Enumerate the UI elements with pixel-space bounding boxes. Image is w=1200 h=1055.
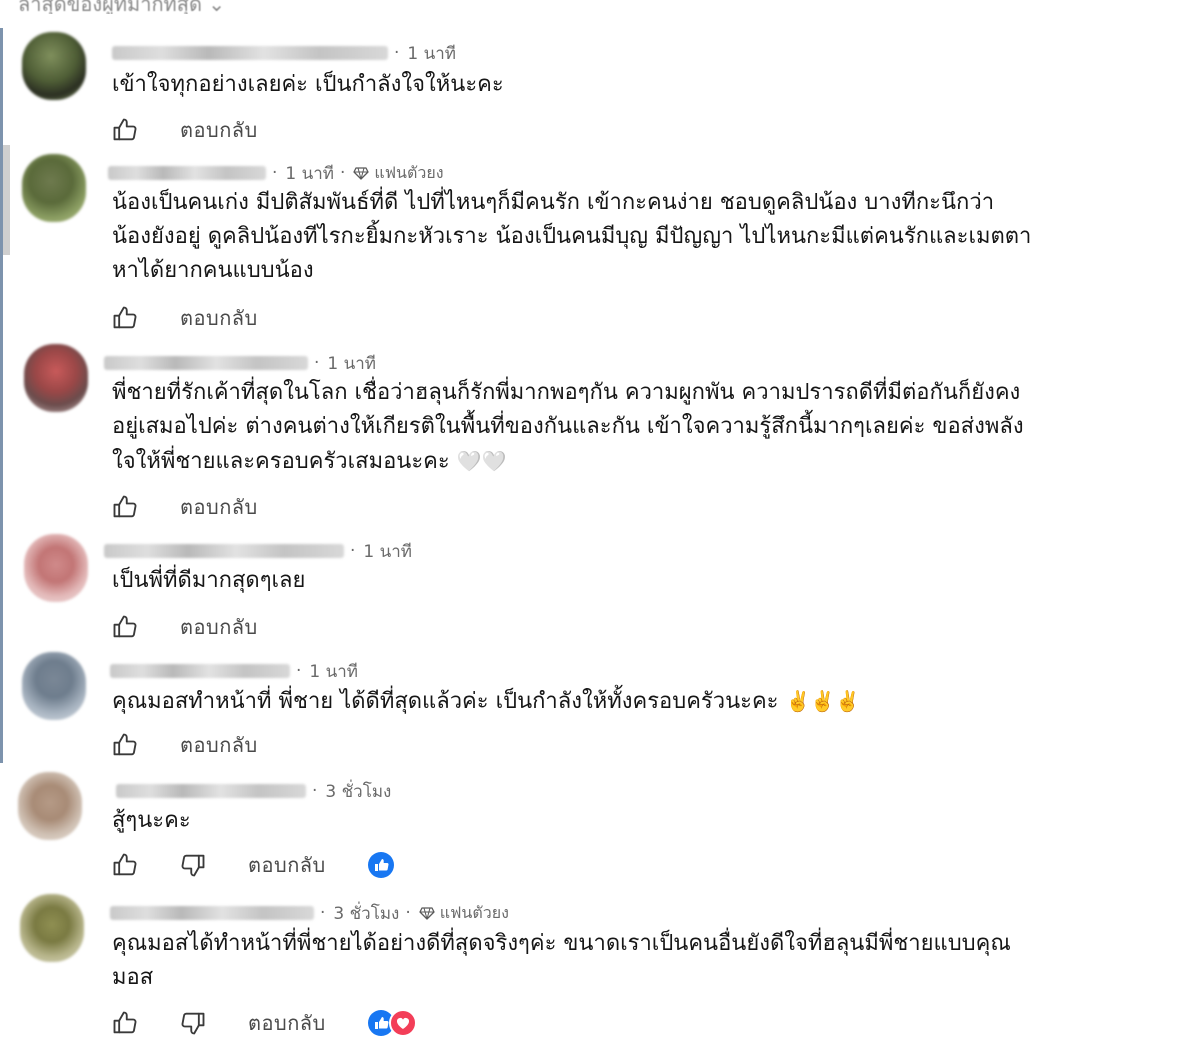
timestamp[interactable]: 1 นาที	[407, 40, 456, 67]
comment-meta: · 1 นาที	[112, 42, 456, 64]
author-name[interactable]	[110, 906, 314, 920]
like-icon[interactable]	[110, 492, 140, 522]
sort-header[interactable]: ล่าสุดของผู้ที่มากที่สุด ⌄	[0, 0, 1200, 14]
timestamp[interactable]: 1 นาที	[285, 160, 334, 187]
sort-label: ล่าสุดของผู้ที่มากที่สุด ⌄	[18, 0, 226, 14]
comment-text: คุณมอสทำหน้าที่ พี่ชาย ได้ดีที่สุดแล้วค่…	[112, 689, 861, 714]
reply-button[interactable]: ตอบกลับ	[248, 1007, 326, 1039]
like-icon[interactable]	[110, 850, 140, 880]
reply-button[interactable]: ตอบกลับ	[180, 114, 258, 146]
comment-actions: ตอบกลับ	[110, 1008, 418, 1038]
comment-meta: · 1 นาที	[104, 352, 376, 374]
timestamp[interactable]: 1 นาที	[327, 350, 376, 377]
comment-actions: ตอบกลับ	[110, 115, 258, 145]
comment-meta: · 3 ชั่วโมง	[116, 780, 391, 802]
like-reaction-icon	[367, 852, 394, 878]
comment-actions: ตอบกลับ	[110, 730, 258, 760]
avatar[interactable]	[22, 32, 86, 100]
author-name[interactable]	[112, 46, 388, 60]
author-name[interactable]	[104, 544, 344, 558]
comment-actions: ตอบกลับ	[110, 303, 258, 333]
top-fan-badge: แฟนตัวยง	[374, 162, 444, 182]
comment-text: คุณมอสได้ทำหน้าที่พี่ชายได้อย่างดีที่สุด…	[112, 931, 1011, 990]
victory-hand-emoji: ✌️✌️✌️	[785, 689, 861, 713]
love-reaction-icon	[388, 1009, 417, 1037]
reactions[interactable]	[366, 850, 396, 880]
timestamp[interactable]: 1 นาที	[309, 658, 358, 685]
avatar[interactable]	[20, 894, 84, 962]
reactions[interactable]	[366, 1008, 418, 1038]
reply-button[interactable]: ตอบกลับ	[180, 611, 258, 643]
like-icon[interactable]	[110, 1008, 140, 1038]
comment-actions: ตอบกลับ	[110, 612, 258, 642]
avatar[interactable]	[22, 652, 86, 720]
reply-button[interactable]: ตอบกลับ	[180, 302, 258, 334]
top-fan-badge: แฟนตัวยง	[439, 902, 509, 922]
comment-actions: ตอบกลับ	[110, 850, 396, 880]
author-name[interactable]	[116, 784, 306, 798]
author-name[interactable]	[108, 166, 266, 180]
comment-text: น้องเป็นคนเก่ง มีปติสัมพันธ์ที่ดี ไปที่ไ…	[112, 190, 1032, 283]
comment-actions: ตอบกลับ	[110, 492, 258, 522]
like-icon[interactable]	[110, 730, 140, 760]
comment-meta: · 1 นาที	[104, 540, 412, 562]
author-name[interactable]	[104, 356, 308, 370]
comment-text: สู้ๆนะคะ	[112, 808, 191, 833]
comment-text: พี่ชายที่รักเค้าที่สุดในโลก เชื่อว่าฮลุน…	[112, 380, 1024, 474]
timestamp[interactable]: 1 นาที	[363, 538, 412, 565]
like-icon[interactable]	[110, 612, 140, 642]
dislike-icon[interactable]	[178, 1008, 208, 1038]
timestamp[interactable]: 3 ชั่วโมง	[333, 900, 399, 927]
comment-meta: · 1 นาที	[110, 660, 358, 682]
comment-meta: · 1 นาที · แฟนตัวยง	[108, 162, 444, 184]
dislike-icon[interactable]	[178, 850, 208, 880]
avatar[interactable]	[18, 772, 82, 840]
reply-button[interactable]: ตอบกลับ	[248, 849, 326, 881]
thread-rule	[0, 28, 3, 763]
diamond-icon	[419, 907, 435, 920]
reply-button[interactable]: ตอบกลับ	[180, 729, 258, 761]
white-heart-emoji: 🤍🤍	[456, 449, 507, 473]
avatar[interactable]	[22, 154, 86, 222]
like-icon[interactable]	[110, 115, 140, 145]
diamond-icon	[353, 167, 370, 180]
timestamp[interactable]: 3 ชั่วโมง	[325, 778, 391, 805]
avatar[interactable]	[24, 534, 88, 602]
comment-meta: · 3 ชั่วโมง · แฟนตัวยง	[110, 902, 509, 924]
comment-text: เข้าใจทุกอย่างเลยค่ะ เป็นกำลังใจให้นะคะ	[112, 72, 504, 97]
avatar[interactable]	[24, 344, 88, 412]
comment-text: เป็นพี่ที่ดีมากสุดๆเลย	[112, 568, 306, 593]
reply-button[interactable]: ตอบกลับ	[180, 491, 258, 523]
like-icon[interactable]	[110, 303, 140, 333]
author-name[interactable]	[110, 664, 290, 678]
scroll-indicator	[3, 145, 10, 255]
